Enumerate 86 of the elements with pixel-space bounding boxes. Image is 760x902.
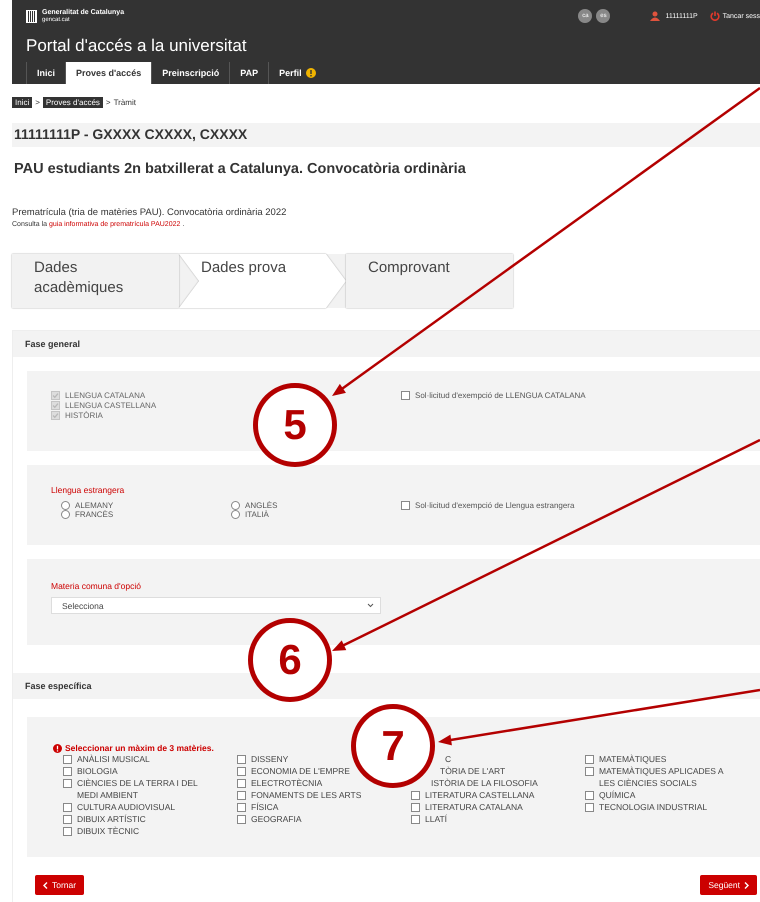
nav-tab[interactable]: Perfil xyxy=(268,62,326,84)
subject-label: MATEMÀTIQUES APLICADES A LES CIÈNCIES SOCIALS xyxy=(599,765,724,789)
checkbox[interactable] xyxy=(585,802,594,812)
chevron-left-icon xyxy=(43,882,48,888)
subject-label: DISSENY xyxy=(251,753,288,765)
subject-label: LITERATURA CATALANA xyxy=(425,801,523,813)
radio-label: ANGLÈS xyxy=(245,501,278,510)
government-logo-icon xyxy=(26,10,37,22)
checkbox[interactable] xyxy=(237,802,246,812)
subject-label: GEOGRAFIA xyxy=(251,813,302,825)
checkbox[interactable] xyxy=(401,501,410,510)
checkbox-label: Sol·licitud d'exempció de LLENGUA CATALANA xyxy=(415,391,586,400)
checkbox[interactable] xyxy=(237,814,246,824)
back-button[interactable]: Tornar xyxy=(35,875,84,895)
subject-label: ELECTROTÈCNIA xyxy=(251,777,322,789)
checkbox[interactable] xyxy=(237,766,246,776)
nav-tab[interactable]: Preinscripció xyxy=(151,62,230,84)
section-header: Fase general xyxy=(13,331,760,357)
breadcrumb-link[interactable]: Inici xyxy=(12,96,32,108)
subject-label: LLENGUA CATALANA xyxy=(65,391,146,400)
subject-label: DIBUIX TÈCNIC xyxy=(77,825,140,837)
subject-label: DIBUIX ARTÍSTIC xyxy=(77,813,146,825)
checkbox-label: Sol·licitud d'exempció de Llengua estrangera xyxy=(415,501,574,510)
checkbox[interactable] xyxy=(237,754,246,764)
selection-warning: Seleccionar un màxim de 3 matèries. xyxy=(65,743,214,753)
portal-title: Portal d'accés a la universitat xyxy=(25,35,248,57)
user-icon xyxy=(650,11,660,21)
subject-label: HISTÒRIA xyxy=(65,411,103,420)
select-dropdown[interactable]: Selecciona xyxy=(51,597,381,614)
breadcrumb-current: Tràmit xyxy=(114,98,136,106)
subject-label: C xyxy=(445,753,452,765)
subject-label: TECNOLOGIA INDUSTRIAL xyxy=(599,801,708,813)
next-button[interactable]: Següent xyxy=(700,875,757,895)
subject-label: LITERATURA CASTELLANA xyxy=(425,789,534,801)
checkbox[interactable] xyxy=(585,790,594,800)
error-icon xyxy=(53,744,62,752)
checkbox[interactable] xyxy=(237,790,246,800)
subject-label: MATEMÀTIQUES xyxy=(599,753,666,765)
radio-label: FRANCÈS xyxy=(75,510,114,519)
nav-tab[interactable]: PAP xyxy=(229,62,268,84)
subject-label: TÒRIA DE L'ART xyxy=(440,765,506,777)
radio-button[interactable] xyxy=(61,501,70,510)
checkbox[interactable] xyxy=(63,778,72,788)
wizard-step: Dades prova xyxy=(179,254,346,308)
field-label: Materia comuna d'opció xyxy=(51,581,142,591)
radio-label: ITALIÀ xyxy=(245,510,269,519)
radio-button[interactable] xyxy=(231,501,240,510)
checkbox[interactable] xyxy=(63,802,72,812)
checkbox[interactable] xyxy=(585,766,594,776)
subject-label: FÍSICA xyxy=(251,801,278,813)
subject-label: LLENGUA CASTELLANA xyxy=(65,401,156,410)
checkbox[interactable] xyxy=(237,778,246,788)
student-name: 11111111P - GXXXX CXXXX, CXXXX xyxy=(12,123,760,147)
power-icon xyxy=(710,11,720,21)
nav-tab[interactable]: Proves d'accés xyxy=(65,62,152,84)
radio-button[interactable] xyxy=(61,510,70,519)
chevron-right-icon xyxy=(744,882,749,888)
checkbox[interactable] xyxy=(411,802,420,812)
breadcrumb-separator: > xyxy=(106,98,111,106)
subject-label: LLATÍ xyxy=(425,813,448,825)
subject-label: FONAMENTS DE LES ARTS xyxy=(251,789,362,801)
radio-button[interactable] xyxy=(231,510,240,519)
breadcrumb-separator: > xyxy=(35,98,40,106)
subject-label: ECONOMIA DE L'EMPRE xyxy=(251,765,350,777)
subject-label: BIOLOGIA xyxy=(77,765,118,777)
radio-label: ALEMANY xyxy=(75,501,114,510)
checkbox[interactable] xyxy=(401,391,410,400)
subject-label: CIÈNCIES DE LA TERRA I DEL MEDI AMBIENT xyxy=(77,777,198,801)
field-label: Llengua estrangera xyxy=(51,485,126,495)
warning-icon xyxy=(306,68,316,78)
checkbox[interactable] xyxy=(585,754,594,764)
subject-label: ANÀLISI MUSICAL xyxy=(77,753,150,765)
subject-label: QUÍMICA xyxy=(599,789,636,801)
checkbox[interactable] xyxy=(411,814,420,824)
checkbox[interactable] xyxy=(63,814,72,824)
section-header: Fase específica xyxy=(13,673,760,699)
checkbox[interactable] xyxy=(411,790,420,800)
chevron-down-icon xyxy=(367,603,374,608)
subject-label: ISTÒRIA DE LA FILOSOFIA xyxy=(431,777,538,789)
page-heading: PAU estudiants 2n batxillerat a Catalunya. Convocatòria ordinària xyxy=(13,160,467,177)
subject-label: CULTURA AUDIOVISUAL xyxy=(77,801,176,813)
checkbox[interactable] xyxy=(63,826,72,836)
checkbox[interactable] xyxy=(63,754,72,764)
breadcrumb-link[interactable]: Proves d'accés xyxy=(42,96,103,108)
checkbox[interactable] xyxy=(63,766,72,776)
section-subtitle: Prematrícula (tria de matèries PAU). Convocatòria ordinària 2022 xyxy=(11,206,288,218)
